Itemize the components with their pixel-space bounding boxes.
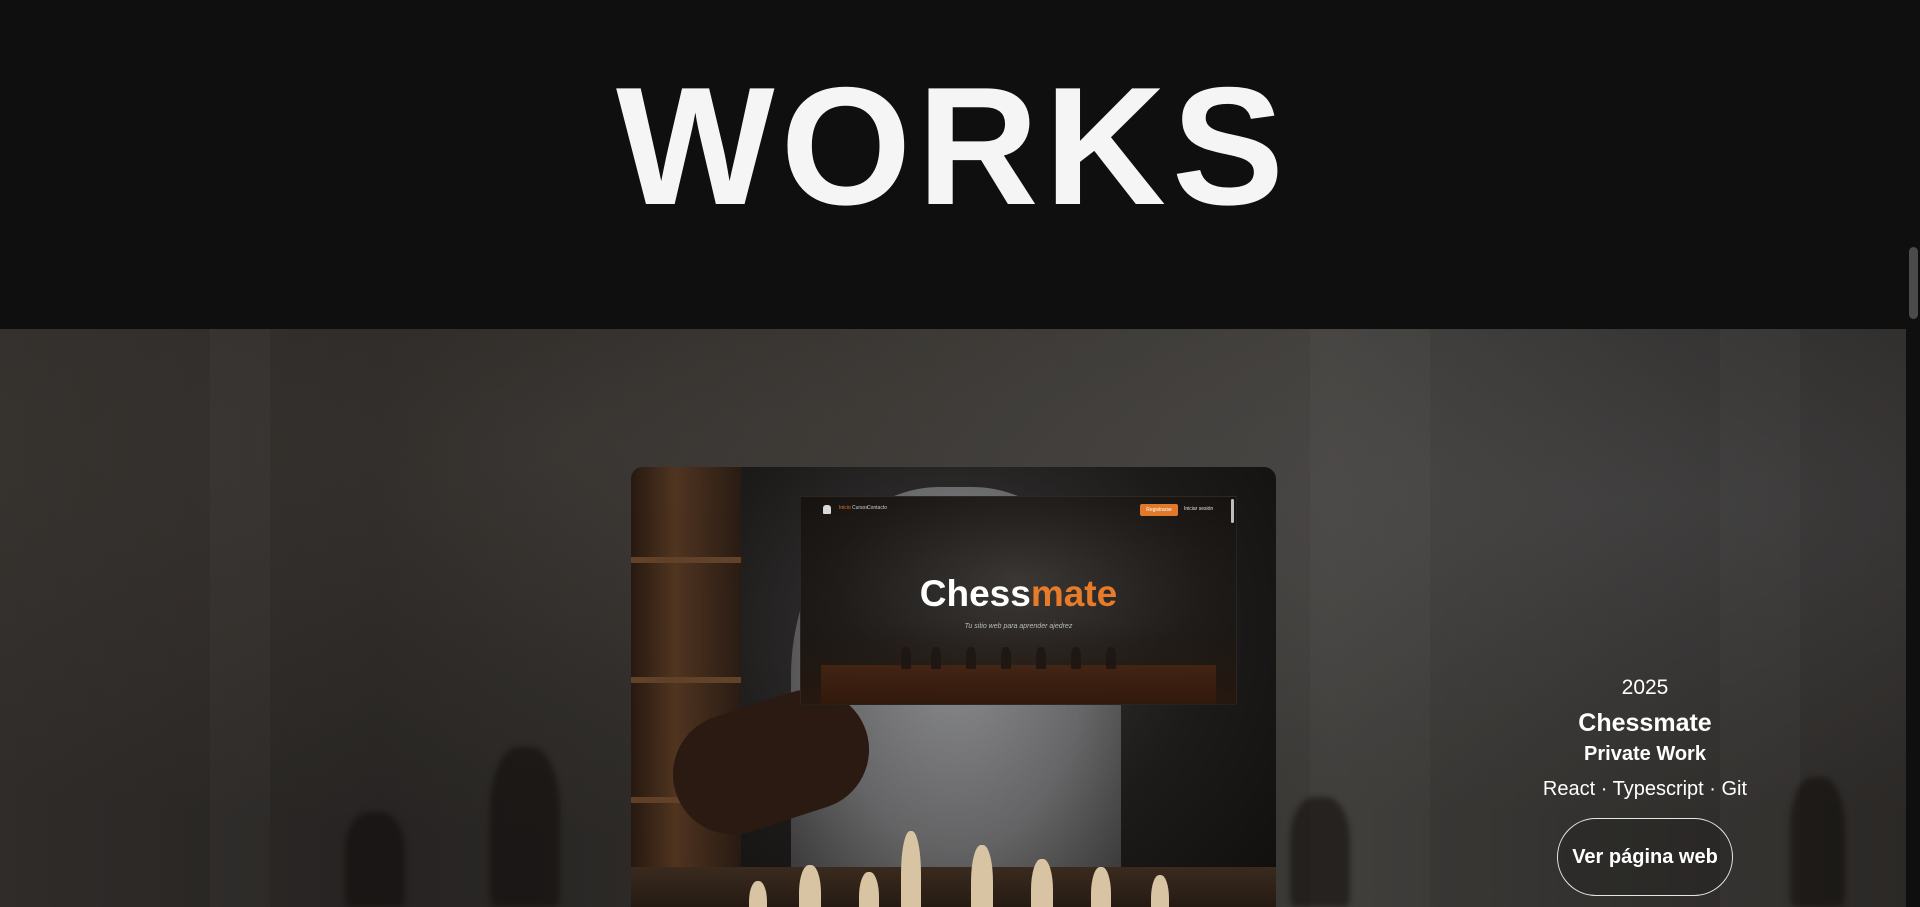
scrollbar-track[interactable] — [1906, 0, 1920, 907]
header-band: WORKS — [0, 0, 1906, 329]
preview-chess-piece — [1036, 647, 1046, 669]
preview-nav-link: Cursos — [852, 505, 868, 511]
preview-title-primary: Chess — [919, 573, 1031, 614]
preview-chess-piece — [901, 647, 911, 669]
thumbnail-chess-piece — [1031, 859, 1053, 907]
project-year: 2025 — [1621, 676, 1669, 699]
preview-chess-piece — [966, 647, 976, 669]
project-name: Chessmate — [1578, 709, 1712, 737]
thumbnail-chess-piece — [1091, 867, 1111, 907]
thumbnail-chess-piece — [971, 845, 993, 907]
preview-chess-piece — [1001, 647, 1011, 669]
thumbnail-bookshelf — [631, 467, 741, 907]
project-thumbnail[interactable]: Inicio Cursos Contacto Registrarse Inici… — [631, 467, 1276, 907]
preview-chess-piece — [1106, 647, 1116, 669]
preview-login-link: Iniciar sesión — [1184, 506, 1214, 512]
thumbnail-chessboard — [631, 867, 1276, 907]
preview-nav-link: Inicio — [839, 505, 851, 511]
view-website-button[interactable]: Ver página web — [1557, 818, 1733, 896]
preview-nav-link: Contacto — [867, 505, 888, 511]
thumbnail-chess-piece — [901, 831, 921, 907]
page: WORKS Inicio Cursos Contacto Registrarse… — [0, 0, 1920, 907]
preview-hero-title: Chessmate — [801, 575, 1236, 612]
preview-chessboard — [821, 665, 1216, 704]
preview-register-button: Registrarse — [1140, 504, 1178, 516]
site-preview: Inicio Cursos Contacto Registrarse Inici… — [800, 496, 1237, 705]
project-tech-stack: React · Typescript · Git — [1542, 778, 1748, 800]
page-title: WORKS — [616, 52, 1290, 240]
preview-chess-piece — [1071, 647, 1081, 669]
preview-logo-icon — [823, 505, 831, 514]
thumbnail-chess-piece — [799, 865, 821, 907]
preview-navbar: Inicio Cursos Contacto Registrarse Inici… — [801, 497, 1236, 523]
project-type: Private Work — [1584, 743, 1706, 765]
scrollbar-thumb[interactable] — [1909, 247, 1918, 319]
preview-hero-subtitle: Tu sitio web para aprender ajedrez — [964, 623, 1073, 630]
preview-title-accent: mate — [1030, 573, 1118, 614]
project-info: 2025 Chessmate Private Work React · Type… — [1530, 677, 1760, 896]
preview-chess-piece — [931, 647, 941, 669]
preview-scrollbar — [1231, 499, 1234, 523]
project-section: Inicio Cursos Contacto Registrarse Inici… — [0, 329, 1906, 907]
